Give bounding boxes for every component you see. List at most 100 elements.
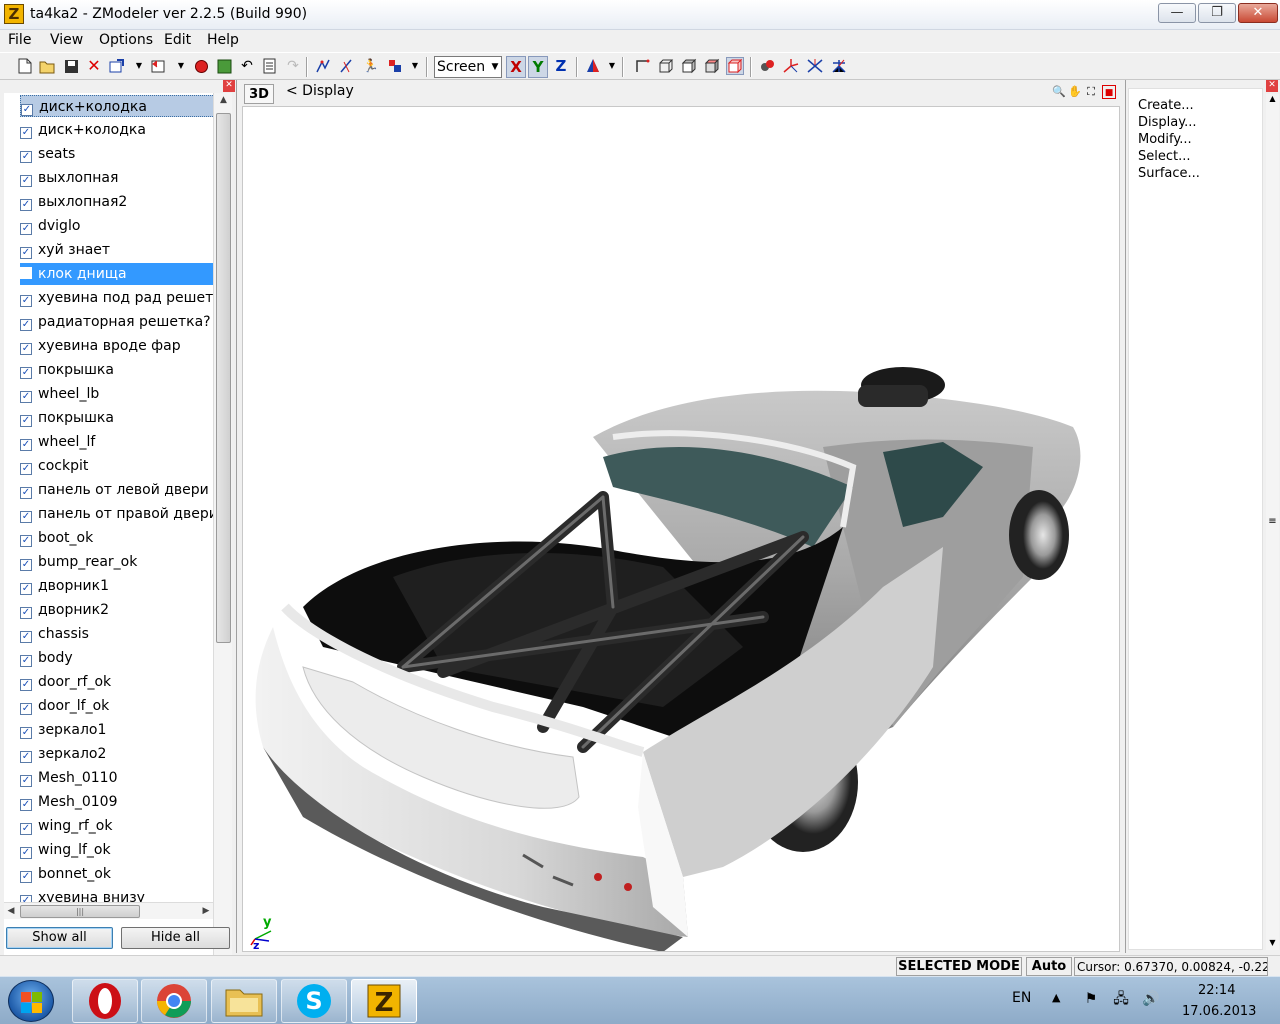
checkbox-checked-icon[interactable]: ✓ (20, 655, 32, 667)
hscrollbar-thumb[interactable]: ||| (20, 905, 140, 918)
scroll-down-arrow-icon[interactable]: ▼ (1266, 938, 1279, 947)
minimize-button[interactable]: — (1158, 3, 1196, 23)
axis-gizmo-icon[interactable] (782, 57, 800, 75)
auto-mode-indicator[interactable]: Auto (1026, 957, 1072, 976)
object-list-item[interactable]: ✓ boot_ok (20, 527, 213, 549)
object-list-item[interactable]: ✓ Mesh_0110 (20, 767, 213, 789)
object-list-item[interactable]: ✓ хуй знает (20, 239, 213, 261)
view-3d-label[interactable]: 3D (244, 84, 274, 104)
object-list-item[interactable]: ✓ wing_lf_ok (20, 839, 213, 861)
action-center-flag-icon[interactable]: ⚑ (1082, 990, 1100, 1008)
select-edge-icon[interactable] (338, 57, 356, 75)
dropdown-arrow-icon[interactable]: ▼ (134, 57, 144, 75)
object-list-item[interactable]: ✓ body (20, 647, 213, 669)
object-list-item[interactable]: ✓ покрышка (20, 407, 213, 429)
command-select[interactable]: Select... (1138, 149, 1191, 164)
dropdown-arrow-icon[interactable]: ▼ (410, 57, 420, 75)
dropdown-arrow-icon[interactable]: ▼ (607, 57, 617, 75)
save-file-icon[interactable] (62, 57, 80, 75)
command-panel-scrollbar[interactable]: ▲ ≡ ▼ (1266, 94, 1279, 950)
checkbox-checked-icon[interactable]: ✓ (20, 775, 32, 787)
object-list-item[interactable]: ✓ зеркало1 (20, 719, 213, 741)
scroll-left-arrow-icon[interactable]: ◀ (4, 903, 18, 920)
zoom-icon[interactable]: 🔍 (1052, 85, 1066, 99)
checkbox-checked-icon[interactable]: ✓ (20, 799, 32, 811)
menu-edit[interactable]: Edit (164, 32, 191, 48)
box-wire-icon[interactable] (657, 57, 675, 75)
zmodeler-app-icon[interactable]: Z (4, 4, 24, 24)
undo-history-icon[interactable] (150, 57, 168, 75)
maximize-viewport-icon[interactable]: ⛶ (1084, 85, 1098, 99)
checkbox-checked-icon[interactable]: ✓ (20, 583, 32, 595)
scroll-up-arrow-icon[interactable]: ▲ (1266, 94, 1279, 103)
hide-all-button[interactable]: Hide all (121, 927, 230, 949)
maximize-button[interactable]: ❐ (1198, 3, 1236, 23)
checkbox-checked-icon[interactable]: ✓ (21, 104, 33, 116)
checkbox-checked-icon[interactable]: ✓ (20, 559, 32, 571)
checkbox-checked-icon[interactable]: ✓ (20, 847, 32, 859)
checkbox-checked-icon[interactable]: ✓ (20, 703, 32, 715)
checkbox-checked-icon[interactable]: ✓ (20, 415, 32, 427)
checkbox-checked-icon[interactable]: ✓ (20, 127, 32, 139)
render-sphere-icon[interactable] (192, 57, 210, 75)
material-icon[interactable] (758, 57, 776, 75)
checkbox-checked-icon[interactable]: ✓ (20, 535, 32, 547)
box-textured-icon[interactable] (726, 57, 744, 75)
object-list-item[interactable]: ✓ панель от правой двери (20, 503, 213, 525)
close-icon[interactable]: ✕ (1266, 80, 1278, 92)
object-list-item[interactable]: ✓ диск+колодка (20, 119, 213, 141)
import-icon[interactable] (108, 57, 126, 75)
axis-y-toggle[interactable]: Y (528, 56, 548, 78)
selection-mode-indicator[interactable]: SELECTED MODE (896, 957, 1022, 976)
start-button[interactable] (8, 980, 54, 1022)
object-list-item[interactable]: ✓ dviglo (20, 215, 213, 237)
move-figure-icon[interactable]: 🏃 (362, 57, 380, 75)
texture-icon[interactable] (215, 57, 233, 75)
box-shaded-icon[interactable] (703, 57, 721, 75)
rotate-gizmo-icon[interactable] (806, 57, 824, 75)
object-list-item[interactable]: ✓ радиаторная решетка? (20, 311, 213, 333)
select-objects-icon[interactable] (386, 57, 404, 75)
box-solid-icon[interactable] (680, 57, 698, 75)
checkbox-checked-icon[interactable]: ✓ (20, 511, 32, 523)
checkbox-checked-icon[interactable]: ✓ (20, 823, 32, 835)
select-vertex-icon[interactable] (314, 57, 332, 75)
clock-time[interactable]: 22:14 (1198, 983, 1235, 998)
object-list-item[interactable]: ✓ chassis (20, 623, 213, 645)
object-list-item[interactable]: ✓ панель от левой двери (20, 479, 213, 501)
object-list-item[interactable]: ✓ дворник1 (20, 575, 213, 597)
scroll-up-arrow-icon[interactable]: ▲ (214, 93, 233, 107)
show-all-button[interactable]: Show all (6, 927, 113, 949)
network-icon[interactable]: 🖧 (1112, 990, 1130, 1008)
checkbox-unchecked-icon[interactable] (20, 267, 32, 279)
checkbox-checked-icon[interactable]: ✓ (20, 751, 32, 763)
object-list-item[interactable]: ✓ Mesh_0109 (20, 791, 213, 813)
taskbar-opera[interactable] (72, 979, 138, 1023)
dropdown-arrow-icon[interactable]: ▼ (176, 57, 186, 75)
display-breadcrumb[interactable]: < Display (286, 83, 354, 99)
checkbox-checked-icon[interactable]: ✓ (20, 319, 32, 331)
object-list-item[interactable]: ✓ door_rf_ok (20, 671, 213, 693)
clock-date[interactable]: 17.06.2013 (1182, 1004, 1256, 1019)
close-button[interactable]: ✕ (1238, 3, 1278, 23)
command-create[interactable]: Create... (1138, 98, 1194, 113)
command-surface[interactable]: Surface... (1138, 166, 1200, 181)
object-list-item[interactable]: ✓ диск+колодка (20, 95, 213, 117)
checkbox-checked-icon[interactable]: ✓ (20, 439, 32, 451)
object-list-item[interactable]: ✓ cockpit (20, 455, 213, 477)
notes-icon[interactable] (261, 57, 279, 75)
open-file-icon[interactable] (38, 57, 56, 75)
object-list-item[interactable]: клок днища (20, 263, 213, 285)
object-list-item[interactable]: ✓ door_lf_ok (20, 695, 213, 717)
volume-icon[interactable]: 🔊 (1142, 990, 1160, 1008)
checkbox-checked-icon[interactable]: ✓ (20, 343, 32, 355)
command-display[interactable]: Display... (1138, 115, 1196, 130)
cone-primitive-icon[interactable] (584, 57, 602, 75)
object-list-item[interactable]: ✓ seats (20, 143, 213, 165)
object-list-item[interactable]: ✓ покрышка (20, 359, 213, 381)
scrollbar-thumb[interactable] (216, 113, 231, 643)
close-icon[interactable]: ✕ (223, 80, 235, 92)
object-list-scrollbar[interactable]: ▲ ▼ (213, 93, 232, 979)
delete-icon[interactable]: ✕ (85, 57, 103, 75)
new-file-icon[interactable] (16, 57, 34, 75)
